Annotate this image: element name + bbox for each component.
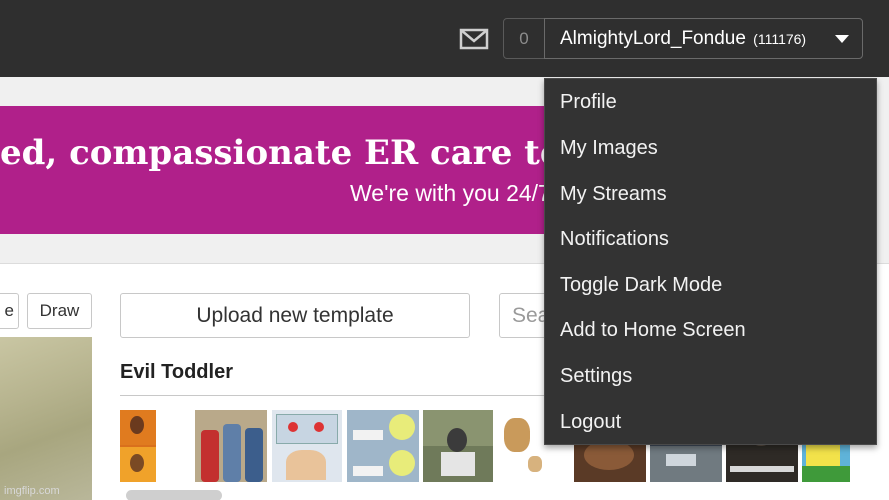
template-thumbnail[interactable] <box>347 410 419 482</box>
menu-item-profile[interactable]: Profile <box>560 91 617 114</box>
template-thumbnail[interactable] <box>498 410 546 482</box>
draw-button[interactable]: Draw <box>27 293 92 329</box>
imgflip-watermark: imgflip.com <box>4 485 60 497</box>
top-navigation-bar: 0 AlmightyLord_Fondue (111176) <box>0 0 889 77</box>
ad-subline: We're with you 24/7 <box>350 180 551 206</box>
upload-template-button[interactable]: Upload new template <box>120 293 470 338</box>
user-dropdown-menu: Profile My Images My Streams Notificatio… <box>544 78 877 445</box>
menu-item-my-images[interactable]: My Images <box>560 137 658 160</box>
template-title: Evil Toddler <box>120 361 233 383</box>
menu-item-settings[interactable]: Settings <box>560 365 632 388</box>
ad-headline: ed, compassionate ER care team <box>0 133 580 173</box>
envelope-icon[interactable] <box>458 25 490 53</box>
menu-item-my-streams[interactable]: My Streams <box>560 183 667 206</box>
menu-item-logout[interactable]: Logout <box>560 411 621 434</box>
section-divider <box>120 395 545 396</box>
user-menu-button[interactable]: AlmightyLord_Fondue (111176) <box>544 18 863 59</box>
template-thumbnail[interactable] <box>423 410 493 482</box>
meme-preview-image[interactable] <box>0 337 92 500</box>
advertisement-banner[interactable]: ed, compassionate ER care team We're wit… <box>0 106 580 234</box>
menu-item-toggle-dark-mode[interactable]: Toggle Dark Mode <box>560 274 722 297</box>
template-thumbnail[interactable] <box>120 410 156 482</box>
menu-item-notifications[interactable]: Notifications <box>560 228 669 251</box>
caret-down-icon <box>835 35 849 43</box>
thumbnail-scrollbar[interactable] <box>126 490 222 500</box>
template-thumbnail[interactable] <box>272 410 342 482</box>
user-points-label: (111176) <box>753 31 807 47</box>
template-thumbnail[interactable] <box>195 410 267 482</box>
menu-item-add-to-home-screen[interactable]: Add to Home Screen <box>560 319 746 342</box>
partial-edit-button[interactable]: e <box>0 293 19 329</box>
username-label: AlmightyLord_Fondue <box>560 28 746 49</box>
notification-count-badge[interactable]: 0 <box>503 18 545 59</box>
